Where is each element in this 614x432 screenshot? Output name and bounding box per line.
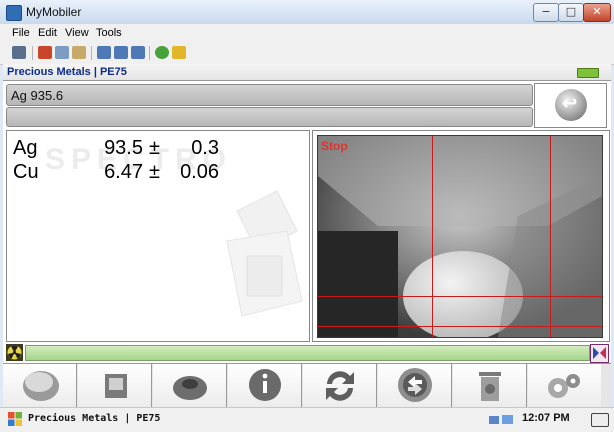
fullscreen-icon[interactable] [590, 344, 609, 363]
recalibrate-icon [398, 368, 432, 402]
radiation-icon [6, 344, 23, 361]
sample-chamber-icon [105, 374, 127, 398]
start-measurement-button[interactable] [3, 364, 77, 407]
device-header-title: Precious Metals | PE75 [7, 66, 127, 78]
result-row: Cu 6.47 ± 0.06 [13, 161, 233, 185]
crosshair-line [432, 136, 433, 337]
menu-bar: File Edit View Tools [0, 24, 614, 42]
back-arrow-icon: ↩ [555, 89, 587, 121]
copy-icon[interactable] [55, 46, 69, 59]
close-button[interactable]: ✕ [583, 3, 611, 22]
toolbar-separator [149, 46, 150, 60]
battery-icon [577, 68, 599, 78]
device-header: Precious Metals | PE75 [3, 64, 611, 81]
camera-status: Stop [321, 139, 348, 153]
crosshair-line [550, 136, 551, 337]
menu-file[interactable]: File [12, 27, 30, 39]
camera-image [318, 136, 602, 337]
maximize-button[interactable]: □ [558, 3, 584, 22]
keyboard-icon[interactable] [591, 413, 609, 427]
minimize-button[interactable]: − [533, 3, 559, 22]
clock[interactable]: 12:07 PM [522, 412, 570, 424]
refresh-icon [326, 371, 354, 401]
toolbar [0, 42, 614, 65]
toolbar-separator [32, 46, 33, 60]
settings-icon [548, 374, 580, 398]
title-bar: MyMobiler − □ ✕ [0, 0, 614, 25]
results-panel: SPECTRO Ag 93.5 ± 0.3 Cu 6.47 ± 0.06 [6, 130, 310, 342]
sample-chamber-button[interactable] [78, 364, 152, 407]
window-remove-icon[interactable] [131, 46, 145, 59]
analyzer-illustration [226, 190, 303, 317]
network-icon[interactable] [488, 413, 516, 426]
element-value: 93.5 [104, 137, 143, 159]
refresh-button[interactable] [303, 364, 377, 407]
measurement-progress-bar [25, 345, 590, 361]
crosshair-line [318, 326, 602, 327]
cut-icon[interactable] [38, 46, 52, 59]
menu-tools[interactable]: Tools [96, 27, 122, 39]
start-button-icon [23, 371, 59, 401]
delete-button[interactable] [453, 364, 527, 407]
element-symbol: Ag [13, 137, 38, 159]
toolbar-separator [91, 46, 92, 60]
element-symbol: Cu [13, 161, 39, 183]
sample-info-field[interactable] [6, 107, 533, 127]
clean-icon[interactable] [172, 46, 186, 59]
window-icon[interactable] [97, 46, 111, 59]
menu-edit[interactable]: Edit [38, 27, 57, 39]
device-icon[interactable] [12, 46, 26, 59]
info-button[interactable] [228, 364, 302, 407]
element-error: 0.06 [180, 161, 219, 183]
camera-panel: Stop [312, 130, 610, 342]
window-add-icon[interactable] [114, 46, 128, 59]
recalibrate-button[interactable] [378, 364, 452, 407]
settings-button[interactable] [528, 364, 601, 407]
element-error: 0.3 [191, 137, 219, 159]
refresh-icon[interactable] [155, 46, 169, 59]
action-button-bar [3, 363, 611, 408]
info-icon [249, 369, 281, 401]
taskbar-title[interactable]: Precious Metals | PE75 [28, 413, 160, 424]
sample-name-field[interactable]: Ag 935.6 [6, 84, 533, 106]
taskbar: Precious Metals | PE75 12:07 PM [0, 407, 614, 432]
progress-row [3, 344, 611, 363]
window-title: MyMobiler [26, 5, 82, 19]
sample-name: Ag 935.6 [11, 88, 64, 103]
element-value: 6.47 [104, 161, 143, 183]
lid-button[interactable] [153, 364, 227, 407]
delete-icon [479, 372, 501, 401]
camera-view[interactable]: Stop [317, 135, 603, 338]
device-screen: Precious Metals | PE75 Ag 935.6 ↩ SPECTR… [3, 64, 611, 408]
crosshair-line [318, 296, 602, 297]
windows-start-icon[interactable] [8, 412, 22, 426]
result-row: Ag 93.5 ± 0.3 [13, 137, 233, 161]
back-button[interactable]: ↩ [534, 83, 607, 128]
paste-icon[interactable] [72, 46, 86, 59]
app-icon [6, 5, 22, 21]
menu-view[interactable]: View [65, 27, 89, 39]
lid-icon [173, 376, 207, 400]
